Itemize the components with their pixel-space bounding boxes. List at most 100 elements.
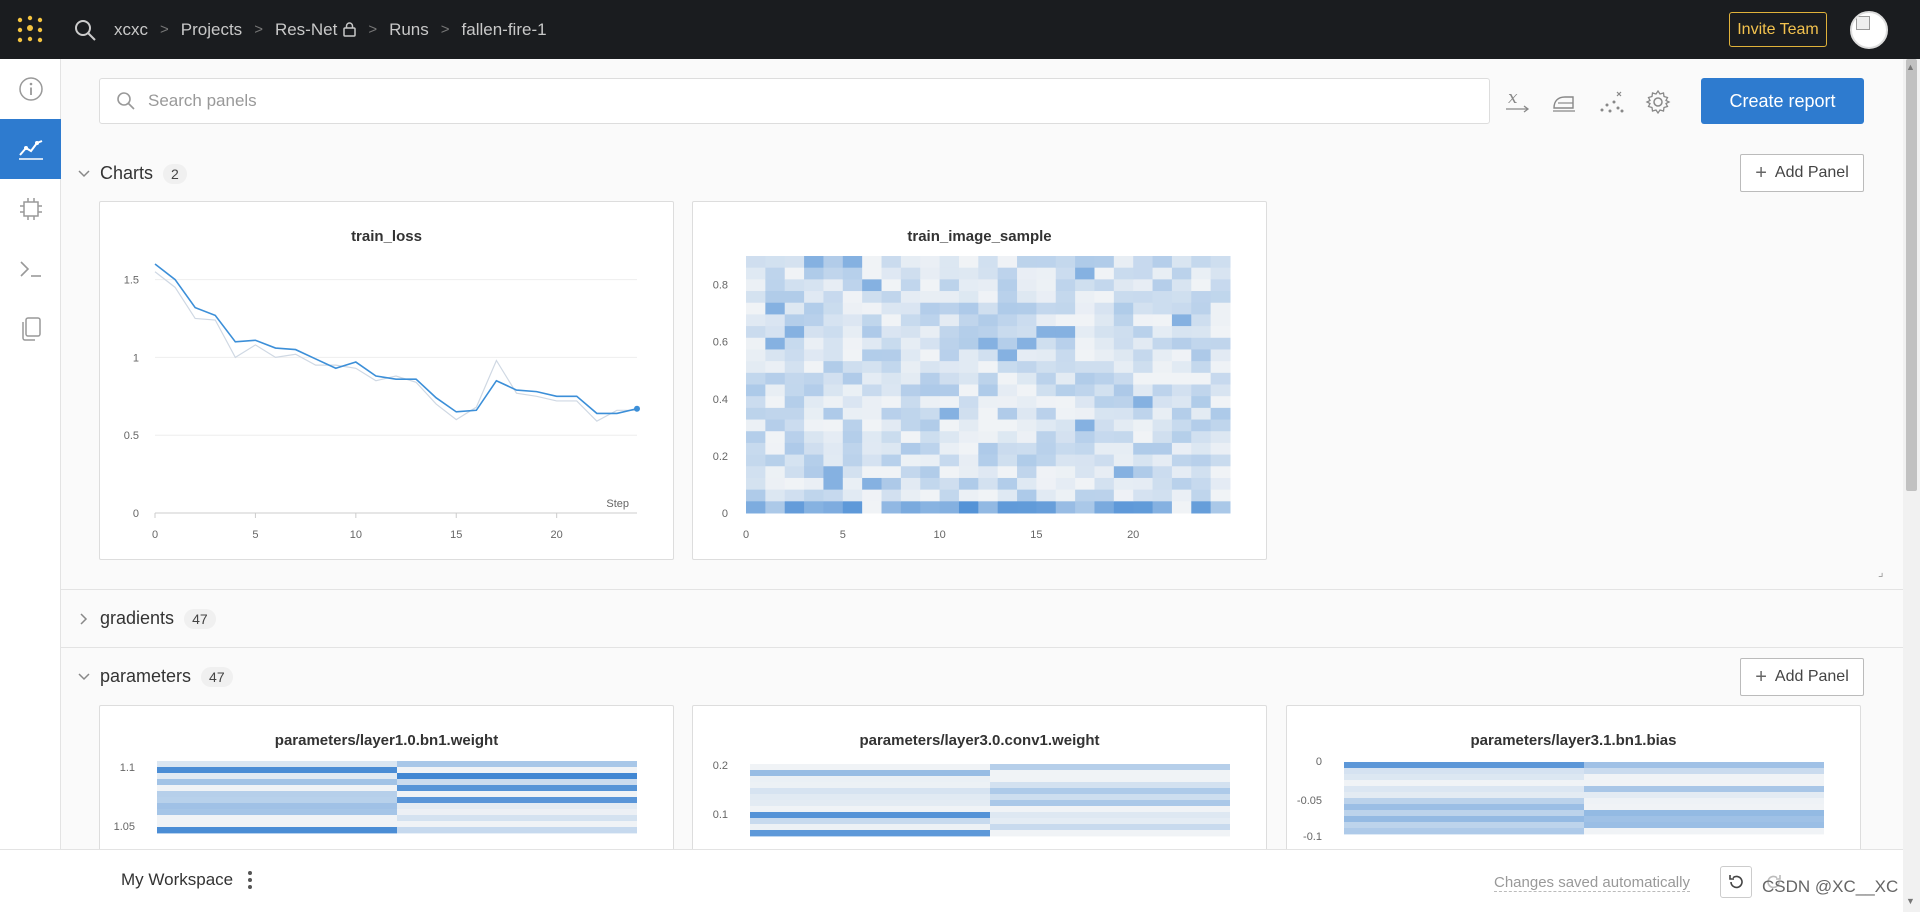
heatmap-cell bbox=[784, 279, 805, 292]
sidebar-item-logs[interactable] bbox=[0, 239, 61, 299]
heatmap-cell bbox=[1152, 279, 1173, 292]
panel-title: train_loss bbox=[351, 228, 422, 245]
scroll-up-icon[interactable]: ▲ bbox=[1906, 62, 1915, 72]
heatmap-cell bbox=[784, 396, 805, 409]
train-image-sample-heatmap: 0 0.2 0.4 0.6 0.8 0 5 10 15 20 bbox=[713, 256, 1231, 541]
heatmap-cell bbox=[765, 489, 786, 502]
param-heatmap: 0.1 0.2 bbox=[713, 760, 1230, 837]
heatmap-cell bbox=[842, 349, 863, 362]
heatmap-cell bbox=[1210, 349, 1231, 362]
heatmap-cell bbox=[746, 407, 766, 421]
search-panels-field[interactable] bbox=[99, 78, 1490, 124]
heatmap-cell bbox=[1094, 267, 1115, 280]
sidebar-item-overview[interactable] bbox=[0, 59, 61, 119]
panel-train-image-sample[interactable]: 0 0.2 0.4 0.6 0.8 0 5 10 15 20 train_image_sample bbox=[692, 201, 1267, 560]
heatmap-cell bbox=[1055, 372, 1076, 385]
sidebar-item-files[interactable] bbox=[0, 299, 61, 359]
heatmap-cell bbox=[1210, 279, 1231, 292]
heatmap-cell bbox=[804, 501, 824, 514]
heatmap-cell bbox=[1152, 419, 1173, 432]
breadcrumb-projects[interactable]: Projects bbox=[177, 20, 246, 40]
undo-button[interactable] bbox=[1720, 866, 1752, 898]
heatmap-cell bbox=[900, 361, 921, 374]
heatmap-cell bbox=[881, 256, 902, 269]
wandb-logo-icon[interactable] bbox=[0, 0, 60, 59]
avatar[interactable] bbox=[1850, 11, 1888, 49]
heatmap-cell bbox=[1210, 337, 1231, 350]
heatmap-cell bbox=[823, 302, 844, 315]
heatmap-cell bbox=[1055, 454, 1076, 467]
heatmap-cell bbox=[990, 782, 1230, 789]
add-panel-button[interactable]: + Add Panel bbox=[1740, 154, 1864, 192]
heatmap-cell bbox=[939, 489, 960, 502]
sidebar-item-system[interactable] bbox=[0, 179, 61, 239]
invite-team-button[interactable]: Invite Team bbox=[1729, 12, 1827, 47]
heatmap-cell bbox=[881, 477, 902, 491]
heatmap-cell bbox=[1133, 267, 1154, 280]
heatmap-cell bbox=[1210, 267, 1231, 280]
x-tick-label: 5 bbox=[840, 529, 846, 541]
heatmap-cell bbox=[804, 442, 824, 456]
search-icon[interactable] bbox=[60, 0, 110, 59]
heatmap-cell bbox=[1094, 326, 1115, 339]
kebab-menu-icon[interactable] bbox=[247, 870, 253, 890]
section-divider bbox=[61, 589, 1903, 590]
section-charts-header[interactable]: Charts 2 bbox=[78, 163, 187, 184]
heatmap-cell bbox=[862, 431, 883, 444]
heatmap-cell bbox=[990, 788, 1230, 795]
x-tick-label: 15 bbox=[450, 529, 462, 541]
heatmap-cell bbox=[978, 361, 999, 374]
breadcrumb-separator-icon: > bbox=[368, 21, 378, 38]
panel-count-badge: 2 bbox=[163, 163, 187, 184]
heatmap-cell bbox=[920, 442, 941, 456]
breadcrumb-runs[interactable]: Runs bbox=[385, 20, 433, 40]
y-tick-label: 1.05 bbox=[114, 821, 135, 833]
workspace-menu[interactable]: My Workspace bbox=[121, 870, 253, 890]
create-report-button[interactable]: Create report bbox=[1701, 78, 1864, 124]
heatmap-cell bbox=[920, 454, 941, 467]
section-gradients-header[interactable]: gradients 47 bbox=[78, 608, 216, 629]
breadcrumb-project-label: Res-Net bbox=[274, 19, 338, 39]
heatmap-cell bbox=[1055, 291, 1076, 304]
panel-train-loss[interactable]: 0 0.5 1 1.5 0 5 10 15 20 Step train_loss bbox=[99, 201, 674, 560]
heatmap-cell bbox=[1094, 407, 1115, 421]
heatmap-cell bbox=[1191, 477, 1212, 491]
add-panel-button[interactable]: + Add Panel bbox=[1740, 658, 1864, 696]
smoothing-iron-icon[interactable] bbox=[1550, 88, 1578, 116]
heatmap-cell bbox=[1113, 407, 1134, 421]
heatmap-cell bbox=[1191, 326, 1212, 339]
breadcrumb-project[interactable]: Res-Net bbox=[271, 20, 360, 40]
heatmap-cell bbox=[1017, 337, 1037, 350]
section-parameters-header[interactable]: parameters 47 bbox=[78, 666, 233, 687]
heatmap-cell bbox=[157, 791, 397, 798]
heatmap-cell bbox=[1094, 431, 1115, 444]
heatmap-cell bbox=[1113, 256, 1134, 269]
autosave-status: Changes saved automatically bbox=[1494, 874, 1690, 892]
heatmap-cell bbox=[750, 818, 990, 825]
page-scrollbar-thumb[interactable] bbox=[1906, 59, 1917, 491]
heatmap-cell bbox=[1344, 816, 1584, 823]
heatmap-cell bbox=[939, 419, 960, 432]
outliers-scatter-icon[interactable] bbox=[1598, 88, 1626, 116]
heatmap-cell bbox=[804, 372, 824, 385]
breadcrumb-run[interactable]: fallen-fire-1 bbox=[458, 20, 551, 40]
panel-param-layer3-conv1-weight[interactable]: 0.1 0.2 parameters/layer3.0.conv1.weight bbox=[692, 705, 1267, 865]
heatmap-cell bbox=[784, 302, 805, 315]
gear-icon[interactable] bbox=[1644, 88, 1672, 116]
y-tick-label: 0 bbox=[722, 508, 728, 520]
heatmap-cell bbox=[862, 361, 883, 374]
heatmap-cell bbox=[1210, 314, 1231, 327]
heatmap-cell bbox=[842, 372, 863, 385]
x-axis-settings-icon[interactable]: x bbox=[1504, 88, 1532, 116]
heatmap-cell bbox=[958, 337, 979, 350]
panel-param-layer1-bn1-weight[interactable]: 1.05 1.1 parameters/layer1.0.bn1.weight bbox=[99, 705, 674, 865]
search-panels-input[interactable] bbox=[148, 91, 1348, 111]
heatmap-cell bbox=[1133, 337, 1154, 350]
panel-param-layer3-bn1-bias[interactable]: -0.1 -0.05 0 parameters/layer3.1.bn1.bias bbox=[1286, 705, 1861, 865]
scroll-down-icon[interactable]: ▼ bbox=[1906, 896, 1915, 906]
heatmap-cell bbox=[1075, 267, 1095, 280]
sidebar-item-charts[interactable] bbox=[0, 119, 61, 179]
resize-handle-icon[interactable]: ⌟ bbox=[1878, 565, 1884, 579]
heatmap-cell bbox=[784, 431, 805, 444]
breadcrumb-user[interactable]: xcxc bbox=[110, 20, 152, 40]
